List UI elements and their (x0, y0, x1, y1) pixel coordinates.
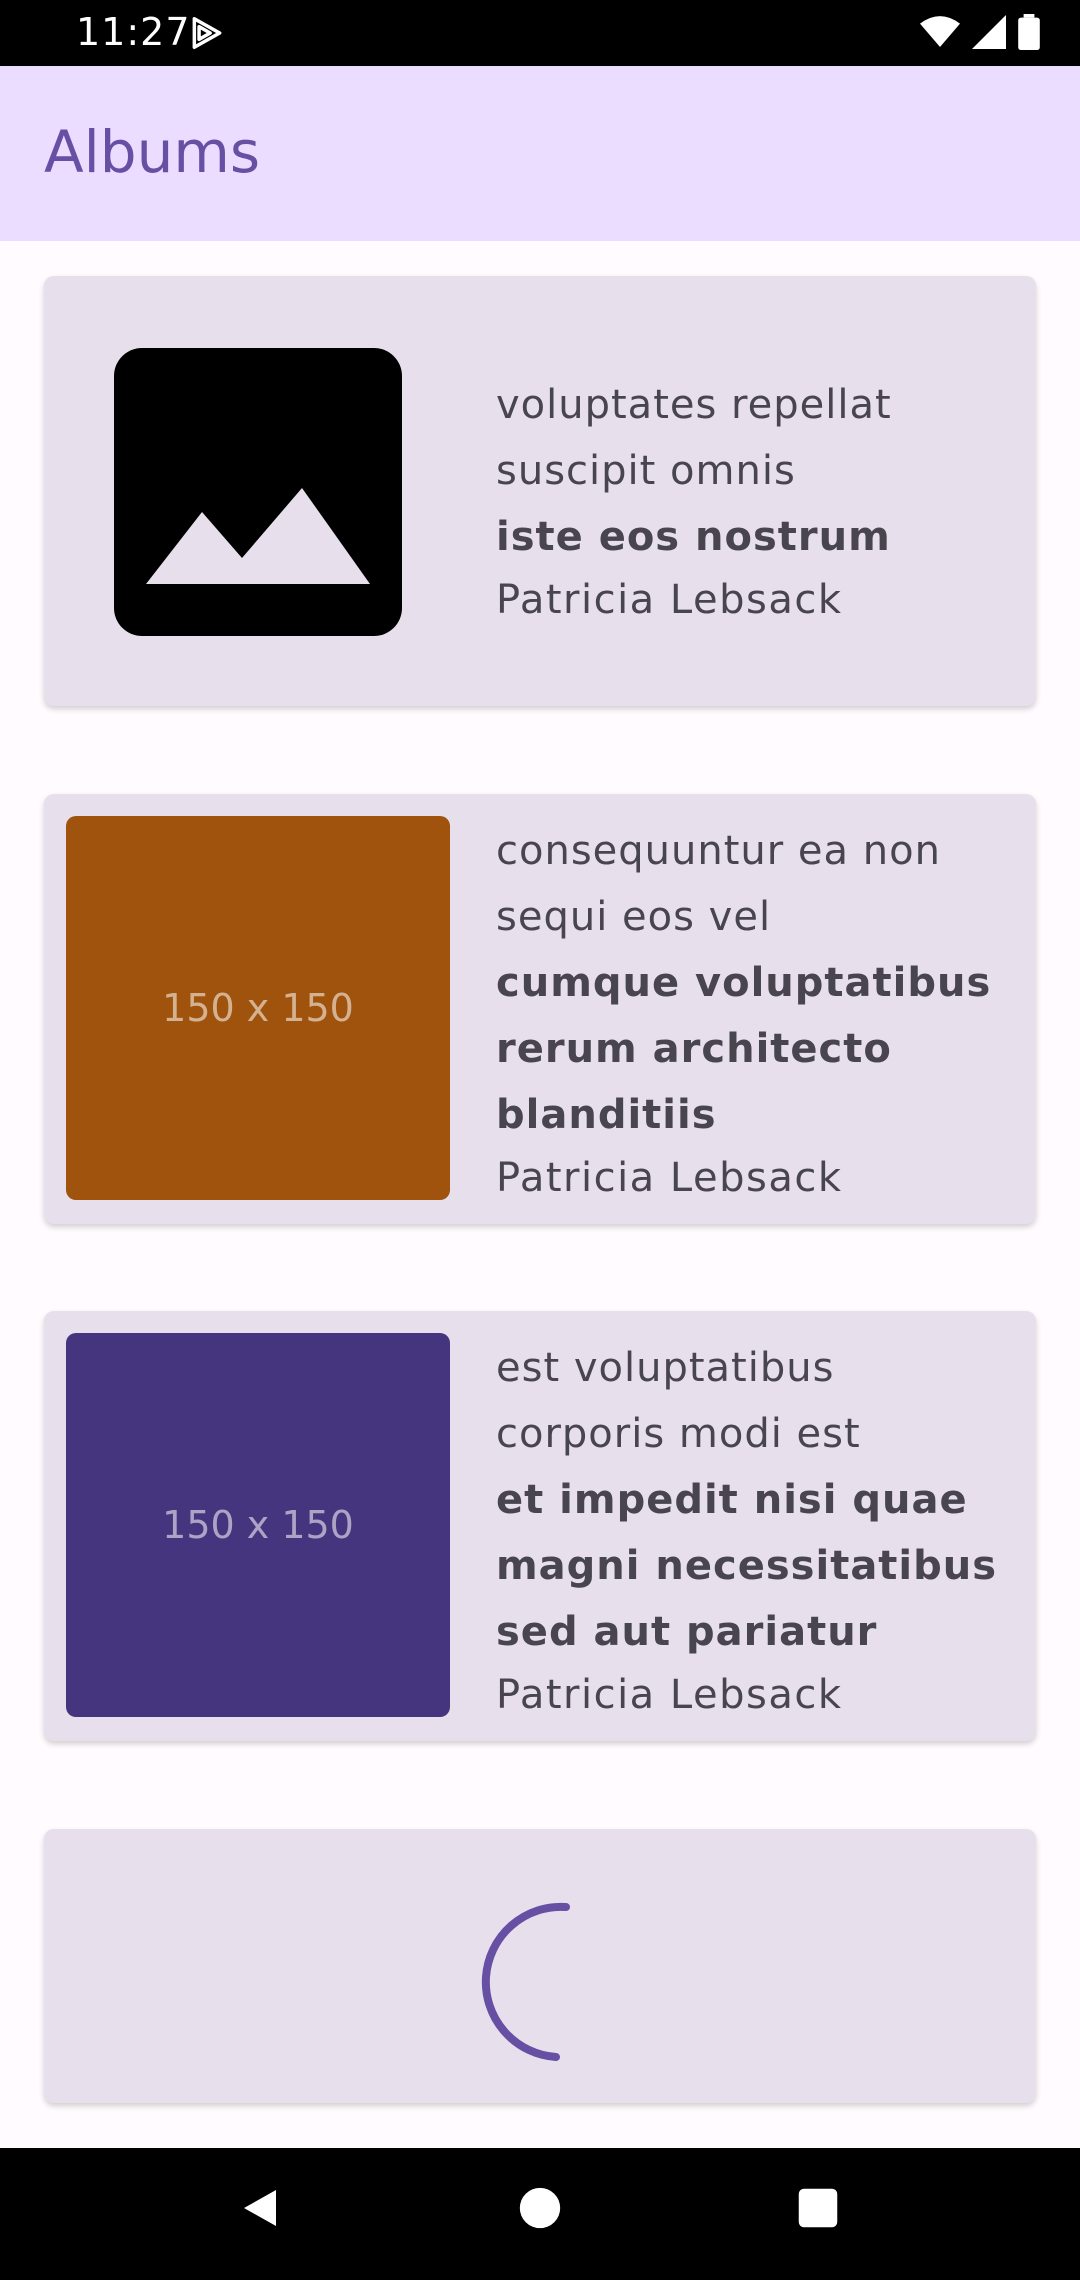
recents-icon (797, 2187, 839, 2234)
loading-card (44, 1829, 1036, 2103)
album-author: Patricia Lebsack (496, 577, 843, 623)
recents-button[interactable] (786, 2178, 850, 2242)
status-time: 11:27 (76, 10, 191, 54)
top-app-bar: Albums (0, 66, 1080, 241)
album-author: Patricia Lebsack (496, 1672, 843, 1718)
page-title: Albums (44, 118, 261, 186)
album-thumbnail: 150 x 150 (66, 1333, 450, 1717)
signal-icon (972, 15, 1006, 54)
thumbnail-size-label: 150 x 150 (162, 1503, 354, 1547)
album-title: voluptates repellat suscipit omnis (496, 382, 892, 494)
back-icon (236, 2183, 284, 2238)
battery-icon (1018, 14, 1040, 55)
album-subtitle: iste eos nostrum (496, 514, 891, 560)
album-card[interactable]: voluptates repellat suscipit omnis iste … (44, 276, 1036, 706)
home-icon (518, 2186, 562, 2235)
wifi-icon (920, 15, 960, 54)
album-card[interactable]: 150 x 150 est voluptatibus corporis modi… (44, 1311, 1036, 1741)
navigation-bar (0, 2148, 1080, 2280)
back-button[interactable] (228, 2178, 292, 2242)
loading-spinner (446, 1871, 636, 2066)
album-thumbnail: 150 x 150 (66, 816, 450, 1200)
image-placeholder-icon (114, 344, 402, 641)
home-button[interactable] (508, 2178, 572, 2242)
play-store-icon (188, 14, 226, 57)
status-icons (920, 14, 1040, 55)
status-bar: 11:27 (0, 0, 1080, 66)
album-info: consequuntur ea non sequi eos vel cumque… (496, 818, 1016, 1208)
album-card[interactable]: 150 x 150 consequuntur ea non sequi eos … (44, 794, 1036, 1224)
thumbnail-size-label: 150 x 150 (162, 986, 354, 1030)
album-author: Patricia Lebsack (496, 1155, 843, 1201)
album-thumbnail (114, 348, 402, 636)
album-info: voluptates repellat suscipit omnis iste … (496, 372, 1016, 630)
album-subtitle: cumque voluptatibus rerum architecto bla… (496, 960, 992, 1138)
album-info: est voluptatibus corporis modi est et im… (496, 1335, 1016, 1725)
album-title: est voluptatibus corporis modi est (496, 1345, 861, 1457)
album-subtitle: et impedit nisi quae magni necessitatibu… (496, 1477, 998, 1655)
album-title: consequuntur ea non sequi eos vel (496, 828, 941, 940)
